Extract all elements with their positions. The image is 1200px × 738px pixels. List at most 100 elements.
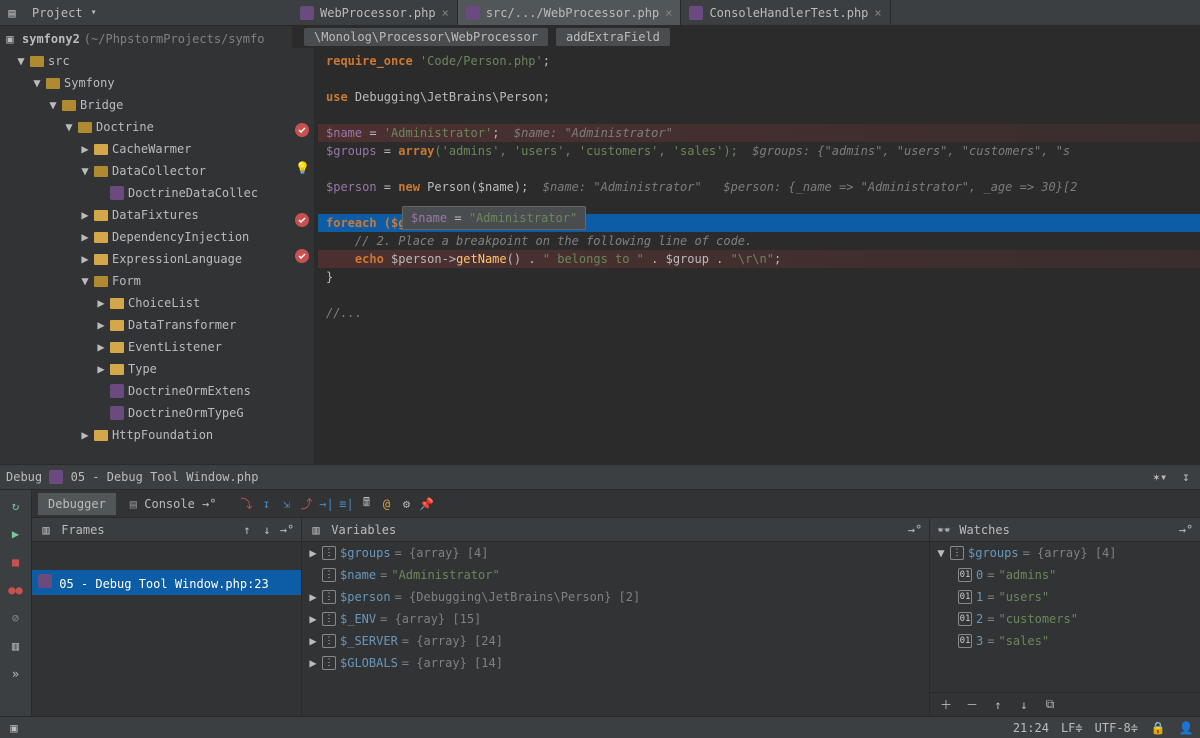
variable-row[interactable]: ▶⋮$GLOBALS = {array} [14] [302,652,929,674]
tree-arrow-icon[interactable]: ▶ [80,428,90,442]
tool-windows-icon[interactable]: ▣ [6,720,22,736]
copy-icon[interactable]: ⧉ [1042,697,1058,713]
editor-tab[interactable]: src/.../WebProcessor.php × [458,0,682,25]
move-up-icon[interactable]: ↑ [990,697,1006,713]
intention-bulb-icon[interactable]: 💡 [295,159,309,173]
tree-item[interactable]: ▼Form [0,270,292,292]
watch-child[interactable]: 010 = "admins" [930,564,1200,586]
move-down-icon[interactable]: ↓ [1016,697,1032,713]
tree-item[interactable]: ▼Symfony [0,72,292,94]
breadcrumb-fn[interactable]: addExtraField [556,28,670,46]
tree-item[interactable]: ▶ChoiceList [0,292,292,314]
tree-item[interactable]: ▼src [0,50,292,72]
variable-row[interactable]: ▶⋮$_SERVER = {array} [24] [302,630,929,652]
force-step-into-icon[interactable]: ⇲ [279,496,295,512]
tree-item[interactable]: ▶HttpFoundation [0,424,292,446]
tree-arrow-icon[interactable]: ▼ [32,76,42,90]
tree-item[interactable]: ▼Doctrine [0,116,292,138]
tree-arrow-icon[interactable]: ▶ [80,252,90,266]
close-icon[interactable]: × [442,6,449,20]
tree-arrow-icon[interactable]: ▶ [80,208,90,222]
more-icon[interactable]: →° [279,522,295,538]
more-button[interactable]: » [6,664,26,684]
tree-item[interactable]: ▶EventListener [0,336,292,358]
breakpoint-icon[interactable] [295,213,309,227]
close-icon[interactable]: × [874,6,881,20]
tree-item[interactable]: DoctrineDataCollec [0,182,292,204]
view-breakpoints-button[interactable]: ●● [6,580,26,600]
more-icon[interactable]: →° [907,522,923,538]
tree-item[interactable]: ▶DependencyInjection [0,226,292,248]
tree-item[interactable]: ▼DataCollector [0,160,292,182]
breakpoint-icon[interactable] [295,249,309,263]
mute-breakpoints-button[interactable]: ⊘ [6,608,26,628]
variable-row[interactable]: ⋮$name = "Administrator" [302,564,929,586]
remove-watch-icon[interactable]: － [964,697,980,713]
frame-item[interactable]: 05 - Debug Tool Window.php:23 [32,570,301,595]
console-tab[interactable]: ▤ Console →° [120,493,227,515]
calculator-icon[interactable]: 🖩 [359,496,375,512]
tree-arrow-icon[interactable]: ▼ [80,274,90,288]
rerun-button[interactable]: ↻ [6,496,26,516]
encoding[interactable]: UTF-8≑ [1095,721,1138,735]
tree-arrow-icon[interactable]: ▼ [48,98,58,112]
tree-item[interactable]: ▶CacheWarmer [0,138,292,160]
variable-row[interactable]: ▶⋮$groups = {array} [4] [302,542,929,564]
project-tree[interactable]: ▣ symfony2 (~/PhpstormProjects/symfo ▼sr… [0,26,292,464]
variable-row[interactable]: ▶⋮$_ENV = {array} [15] [302,608,929,630]
more-icon[interactable]: →° [1178,522,1194,538]
tree-arrow-icon[interactable]: ▶ [96,318,106,332]
tree-item[interactable]: ▼Bridge [0,94,292,116]
inspections-icon[interactable]: 👤 [1178,720,1194,736]
tree-arrow-icon[interactable]: ▼ [80,164,90,178]
breadcrumb-ns[interactable]: \Monolog\Processor\WebProcessor [304,28,548,46]
debug-window-header[interactable]: Debug 05 - Debug Tool Window.php ✶▾ ↧ [0,464,1200,490]
tree-item[interactable]: ▶DataTransformer [0,314,292,336]
variable-row[interactable]: ▶⋮$person = {Debugging\JetBrains\Person}… [302,586,929,608]
layout-button[interactable]: ▥ [6,636,26,656]
add-watch-icon[interactable]: ＋ [938,697,954,713]
step-into-icon[interactable]: ↧ [259,496,275,512]
at-icon[interactable]: @ [379,496,395,512]
breakpoint-icon[interactable] [295,123,309,137]
tree-item[interactable]: ▶DataFixtures [0,204,292,226]
watch-item[interactable]: ▼⋮ $groups = {array} [4] [930,542,1200,564]
hide-icon[interactable]: ↧ [1178,469,1194,485]
project-view-selector[interactable]: Project [26,6,103,20]
tree-arrow-icon[interactable]: ▶ [96,340,106,354]
step-out-icon[interactable]: ⤴ [299,496,315,512]
prev-frame-icon[interactable]: ↑ [239,522,255,538]
watch-child[interactable]: 011 = "users" [930,586,1200,608]
next-frame-icon[interactable]: ↓ [259,522,275,538]
watch-child[interactable]: 012 = "customers" [930,608,1200,630]
line-separator[interactable]: LF≑ [1061,721,1083,735]
tree-root[interactable]: ▣ symfony2 (~/PhpstormProjects/symfo [0,28,292,50]
caret-position[interactable]: 21:24 [1013,721,1049,735]
editor-tab[interactable]: WebProcessor.php × [292,0,458,25]
close-icon[interactable]: × [665,6,672,20]
settings-icon[interactable]: ⚙ [399,496,415,512]
run-to-cursor-icon[interactable]: →| [319,496,335,512]
editor-tab[interactable]: ConsoleHandlerTest.php × [681,0,890,25]
lock-icon[interactable]: 🔒 [1150,720,1166,736]
code-area[interactable]: 💡 require_once 'Code/Person.php'; use De… [292,48,1200,464]
tree-arrow-icon[interactable]: ▶ [96,362,106,376]
tree-arrow-icon[interactable]: ▶ [80,142,90,156]
tree-arrow-icon[interactable]: ▶ [96,296,106,310]
breadcrumb[interactable]: \Monolog\Processor\WebProcessor addExtra… [292,26,1200,48]
tree-item[interactable]: DoctrineOrmExtens [0,380,292,402]
tree-arrow-icon[interactable]: ▼ [16,54,26,68]
tree-arrow-icon[interactable]: ▶ [80,230,90,244]
stop-button[interactable]: ■ [6,552,26,572]
resume-button[interactable]: ▶ [6,524,26,544]
watch-child[interactable]: 013 = "sales" [930,630,1200,652]
step-over-icon[interactable]: ⤵ [239,496,255,512]
tree-item[interactable]: ▶Type [0,358,292,380]
gear-icon[interactable]: ✶▾ [1152,469,1168,485]
evaluate-icon[interactable]: ≡| [339,496,355,512]
tree-item[interactable]: DoctrineOrmTypeG [0,402,292,424]
debugger-tab[interactable]: Debugger [38,493,116,515]
gutter[interactable]: 💡 [292,48,314,464]
tree-item[interactable]: ▶ExpressionLanguage [0,248,292,270]
pin-icon[interactable]: 📌 [419,496,435,512]
